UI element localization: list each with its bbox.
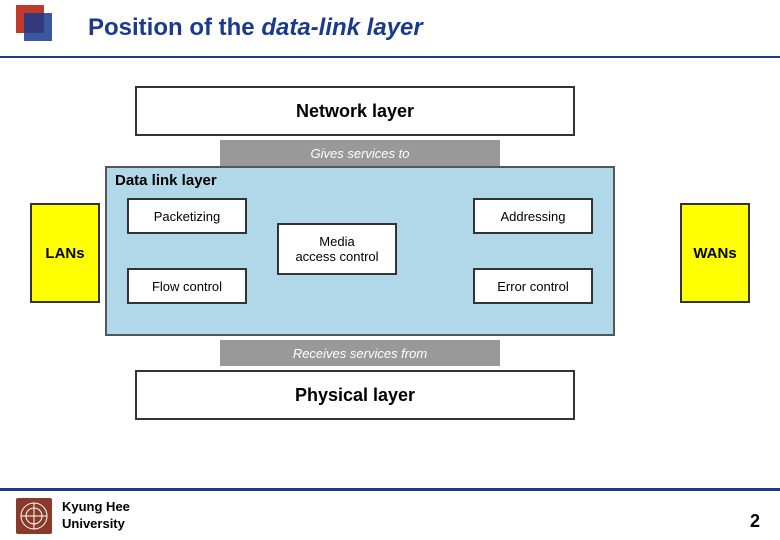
diagram-area: Network layer Gives services to LANs WAN… (0, 58, 780, 488)
receives-services-text: Receives services from (293, 346, 427, 361)
header: Position of the data-link layer (0, 0, 780, 58)
university-line1: Kyung Hee (62, 499, 130, 516)
receives-services-banner: Receives services from (220, 340, 500, 366)
logo-blue (24, 13, 52, 41)
error-control-box: Error control (473, 268, 593, 304)
error-control-label: Error control (497, 279, 569, 294)
addressing-label: Addressing (500, 209, 565, 224)
addressing-box: Addressing (473, 198, 593, 234)
lans-label: LANs (45, 245, 84, 262)
university-line2: University (62, 516, 130, 533)
media-access-label: Media access control (295, 234, 378, 264)
footer: Kyung Hee University 2 (0, 488, 780, 540)
page-number: 2 (750, 511, 760, 532)
logo (16, 5, 76, 51)
packetizing-box: Packetizing (127, 198, 247, 234)
gives-services-banner: Gives services to (220, 140, 500, 166)
media-access-box: Media access control (277, 223, 397, 275)
page-title: Position of the data-link layer (88, 14, 423, 42)
flow-control-box: Flow control (127, 268, 247, 304)
network-layer-label: Network layer (296, 101, 414, 122)
network-layer-box: Network layer (135, 86, 575, 136)
data-link-layer-label: Data link layer (115, 172, 217, 189)
physical-layer-box: Physical layer (135, 370, 575, 420)
wans-box: WANs (680, 203, 750, 303)
wans-label: WANs (693, 245, 736, 262)
packetizing-label: Packetizing (154, 209, 220, 224)
data-link-layer-box: Data link layer Packetizing Flow control… (105, 166, 615, 336)
physical-layer-label: Physical layer (295, 385, 415, 406)
gives-services-text: Gives services to (311, 146, 410, 161)
footer-logo (16, 498, 52, 534)
flow-control-label: Flow control (152, 279, 222, 294)
university-name: Kyung Hee University (62, 499, 130, 533)
title-text-2: data-link layer (255, 14, 423, 41)
lans-box: LANs (30, 203, 100, 303)
title-text-1: Position of the (88, 14, 255, 41)
